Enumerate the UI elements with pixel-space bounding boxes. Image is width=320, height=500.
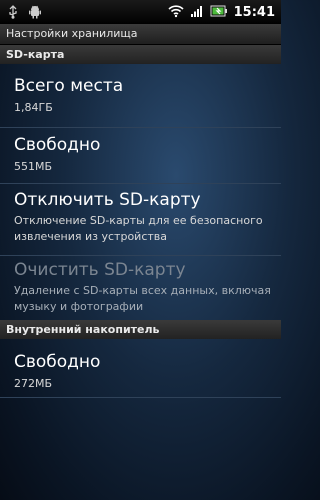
wifi-icon [168,3,184,22]
android-icon [28,4,42,23]
item-title: Свободно [14,352,101,372]
status-bar: 15:41 [0,0,281,24]
item-summary-line1: Отключение SD-карты для ее безопасного [14,214,263,227]
clock: 15:41 [233,5,275,20]
signal-icon [190,3,204,22]
sd-free-space-item: Свободно 551МБ [0,128,281,183]
format-sd-card-item: Очистить SD-карту Удаление с SD-карты вс… [0,256,281,320]
section-header-sd-card: SD-карта [0,45,281,64]
item-title: Всего места [14,76,124,96]
item-title: Свободно [14,135,101,155]
item-summary: 1,84ГБ [14,101,53,114]
section-header-label: Внутренний накопитель [6,323,160,336]
item-summary-line2: музыку и фотографии [14,300,144,313]
divider [0,397,281,398]
unmount-sd-card-item[interactable]: Отключить SD-карту Отключение SD-карты д… [0,184,281,255]
item-summary: 272МБ [14,377,53,390]
internal-free-space-item: Свободно 272МБ [0,339,281,395]
title-bar: Настройки хранилища [0,24,281,45]
item-summary-line1: Удаление с SD-карты всех данных, включая [14,284,271,297]
total-space-item: Всего места 1,84ГБ [0,64,281,127]
item-summary: 551МБ [14,160,53,173]
section-header-internal-storage: Внутренний накопитель [0,320,281,339]
battery-icon [210,3,228,22]
item-title: Отключить SD-карту [14,190,201,210]
item-title: Очистить SD-карту [14,260,186,280]
item-summary-line2: извлечения из устройства [14,230,168,243]
page-title: Настройки хранилища [6,27,138,40]
section-header-label: SD-карта [6,48,65,61]
usb-icon [6,4,20,23]
